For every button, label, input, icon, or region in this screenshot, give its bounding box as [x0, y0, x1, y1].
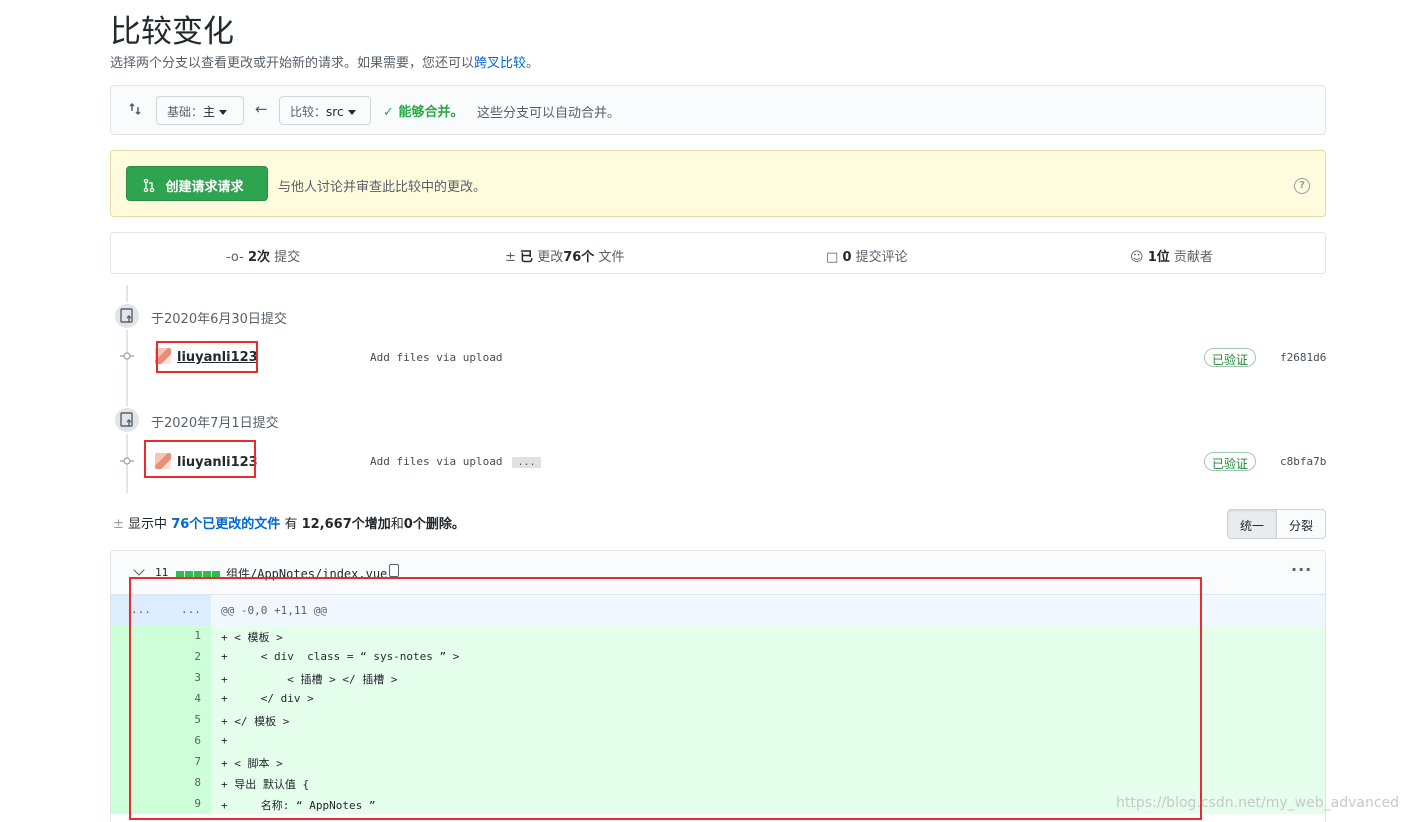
merge-status-text: 能够合并。	[398, 105, 464, 120]
diff-icon: ±	[113, 517, 124, 532]
kebab-menu-icon[interactable]: ···	[1291, 560, 1312, 579]
commit-date-label: 于2020年7月1日提交	[151, 416, 279, 431]
compare-branch-select[interactable]: 比较：src	[279, 96, 371, 125]
base-value: 主	[203, 105, 216, 119]
people-icon: ☺	[1130, 250, 1144, 265]
compare-arrows-icon	[127, 101, 143, 121]
verified-badge[interactable]: 已验证	[1204, 348, 1257, 367]
create-pr-banner: 创建请求请求 与他人讨论并审查此比较中的更改。 ?	[110, 150, 1326, 217]
chevron-down-icon	[219, 110, 228, 115]
commits-label: 提交	[274, 250, 301, 265]
annotation-box	[156, 341, 258, 373]
contributors-count: 1位	[1147, 250, 1170, 265]
diff-summary: ± 显示中 76个已更改的文件 有 12,667个增加和0个删除。	[113, 513, 465, 532]
comments-label: 提交评论	[855, 250, 908, 265]
toc-mid2: 和	[390, 517, 404, 532]
watermark: https://blog.csdn.net/my_web_advanced	[1116, 795, 1400, 811]
commits-count: 2次	[247, 250, 271, 265]
tab-commits[interactable]: -o- 2次 提交	[226, 246, 300, 265]
files-prefix: 已	[520, 250, 534, 265]
toc-prefix: 显示中	[128, 517, 168, 532]
page-title: 比较变化	[110, 14, 234, 50]
page-subtitle: 选择两个分支以查看更改或开始新的请求。如果需要，您还可以跨叉比较。	[110, 52, 539, 71]
chevron-down-icon[interactable]	[133, 564, 145, 576]
commit-message-text: Add files via upload	[370, 455, 503, 468]
git-commit-date-icon	[113, 406, 141, 434]
split-view-button[interactable]: 分裂	[1276, 509, 1326, 539]
cross-fork-link[interactable]: 跨叉比较	[474, 56, 526, 71]
commit-dot-icon	[120, 457, 134, 465]
question-icon[interactable]: ?	[1294, 178, 1310, 194]
annotation-box	[129, 577, 1202, 820]
base-label: 基础：	[167, 105, 204, 119]
arrow-left-icon: ←	[255, 100, 268, 118]
compare-value: src	[326, 105, 344, 119]
commit-sha[interactable]: f2681d6	[1280, 351, 1326, 364]
pull-request-icon	[143, 178, 160, 195]
range-editor: 基础：主 ← 比较：src ✓ 能够合并。 这些分支可以自动合并。	[110, 85, 1326, 135]
tab-comments[interactable]: □ 0 提交评论	[826, 246, 908, 265]
files-label: 文件	[598, 250, 625, 265]
base-branch-select[interactable]: 基础：主	[156, 96, 244, 125]
commit-message[interactable]: Add files via upload	[370, 351, 502, 364]
annotation-box	[144, 440, 256, 478]
subtitle-end: 。	[526, 56, 540, 71]
toc-mid1: 有	[284, 517, 298, 532]
comment-icon: □	[826, 250, 839, 265]
verified-badge[interactable]: 已验证	[1204, 452, 1257, 471]
create-pr-label: 创建请求请求	[165, 180, 244, 195]
subtitle-text: 选择两个分支以查看更改或开始新的请求。如果需要，您还可以	[110, 56, 475, 71]
diff-icon: ±	[505, 250, 516, 265]
deletions-count: 0个删除。	[403, 517, 465, 532]
files-count: 76个	[563, 250, 595, 265]
additions-count: 12,667个增加	[301, 517, 391, 532]
commit-dot-icon	[120, 352, 134, 360]
commit-message[interactable]: Add files via upload...	[370, 455, 541, 468]
create-pull-request-button[interactable]: 创建请求请求	[126, 166, 268, 201]
pr-description: 与他人讨论并审查此比较中的更改。	[278, 180, 487, 195]
changed-files-link[interactable]: 76个已更改的文件	[171, 517, 280, 532]
merge-description: 这些分支可以自动合并。	[477, 106, 621, 121]
expand-message-button[interactable]: ...	[512, 457, 541, 468]
commit-icon: -o-	[226, 250, 244, 265]
check-icon: ✓	[383, 105, 394, 120]
tab-contributors[interactable]: ☺ 1位 贡献者	[1130, 246, 1213, 265]
git-commit-date-icon	[113, 302, 141, 330]
chevron-down-icon	[347, 110, 356, 115]
compare-label: 比较：	[290, 105, 327, 119]
comments-count: 0	[842, 250, 852, 265]
merge-status: ✓ 能够合并。	[383, 101, 463, 120]
files-mid: 更改	[537, 250, 564, 265]
tab-files[interactable]: ± 已 更改76个 文件	[505, 246, 624, 265]
contributors-label: 贡献者	[1173, 250, 1213, 265]
commit-date-label: 于2020年6月30日提交	[151, 312, 287, 327]
unified-view-button[interactable]: 统一	[1227, 509, 1277, 539]
compare-stats: -o- 2次 提交 ± 已 更改76个 文件 □ 0 提交评论 ☺ 1位 贡献者	[110, 232, 1326, 274]
commit-sha[interactable]: c8bfa7b	[1280, 455, 1326, 468]
copy-icon[interactable]	[389, 564, 399, 577]
